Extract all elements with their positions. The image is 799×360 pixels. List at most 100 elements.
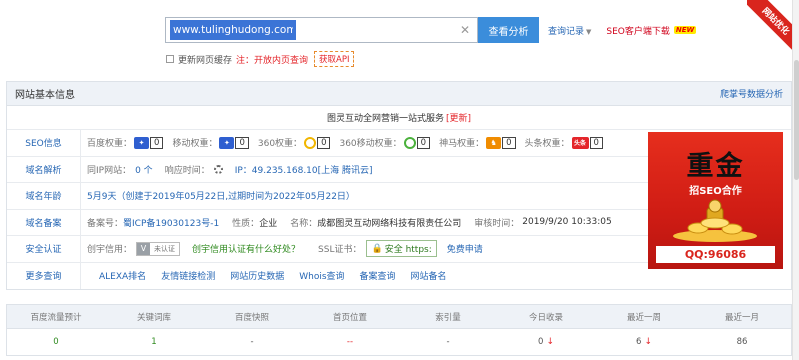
rank-toutiao[interactable]: 头条权重： 头条 0 <box>525 136 603 149</box>
nature-label: 性质： <box>232 218 260 229</box>
whois-link[interactable]: Whois查询 <box>299 269 344 282</box>
clear-icon[interactable]: ✕ <box>460 23 470 37</box>
get-api-button[interactable]: 获取API <box>314 51 355 67</box>
stats-value-row: 0 1 - -- - 0 ↓ 6 ↓ 86 <box>7 329 791 355</box>
site-rank-link[interactable]: 网站备名 <box>411 269 447 282</box>
rank-360-mobile[interactable]: 360移动权重： 0 <box>339 136 431 149</box>
domain-age-label[interactable]: 域名年龄 <box>7 189 80 202</box>
loading-spinner-icon <box>213 164 223 174</box>
cache-row: 更新网页缓存 注：开放内页查询 获取API <box>166 51 355 67</box>
credit-benefit-link[interactable]: 创宇信用认证有什么好处？ <box>192 242 300 255</box>
arrow-down-icon: ↓ <box>644 337 652 347</box>
update-cache-checkbox[interactable] <box>166 55 174 63</box>
stats-value-keywords[interactable]: 1 <box>105 329 203 355</box>
ad-subtitle: 招SEO合作 <box>689 186 742 197</box>
icp-row-body: 备案号： 蜀ICP备19030123号-1 性质： 企业 名称： 成都图灵互动网… <box>80 209 652 235</box>
stats-header: 最近一周 <box>626 312 661 323</box>
nature-value: 企业 <box>259 218 278 229</box>
scrollbar[interactable] <box>792 0 799 360</box>
seo-row: SEO信息 百度权重： ✦ 0 移动权重： ✦ 0 360权重： 0 360移动权重： 0 … <box>7 130 652 157</box>
ssl-label: SSL证书： <box>318 245 362 256</box>
security-row-label[interactable]: 安全认证 <box>7 242 80 255</box>
toutiao-icon: 头条 <box>571 136 589 149</box>
chevron-down-icon: ▼ <box>586 27 592 36</box>
stats-value-today[interactable]: 0 ↓ <box>497 329 595 355</box>
stats-value-baidu-traffic[interactable]: 0 <box>7 329 105 355</box>
same-ip-count[interactable]: 0 个 <box>135 163 153 176</box>
mobile-data-analysis-link[interactable]: 爬掌号数据分析 <box>720 87 783 100</box>
analyze-button[interactable]: 查看分析 <box>478 17 539 43</box>
name-label: 名称： <box>290 218 318 229</box>
credit-label: 创宇信用： <box>87 245 133 256</box>
verify-text: 未认证 <box>154 244 176 253</box>
stats-header: 最近一月 <box>724 312 759 323</box>
company-name-value: 成都图灵互动网络科技有限责任公司 <box>317 218 462 229</box>
security-row-body: 创宇信用： V 未认证 创宇信用认证有什么好处？ SSL证书： 🔒 安全 https… <box>80 236 652 262</box>
stats-header-row: 百度流量预计 关键词库 百度快照 首页位置 索引量 今日收录 最近一周 最近一月 <box>7 305 791 329</box>
rank-360[interactable]: 360权重： 0 <box>258 136 331 149</box>
lock-icon: 🔒 <box>371 243 383 254</box>
url-input[interactable] <box>170 20 296 40</box>
ad-banner[interactable]: 重金 招SEO合作 QQ:96086 <box>648 132 783 269</box>
verify-check-icon: V <box>137 242 151 255</box>
update-link[interactable]: [更新] <box>446 111 471 124</box>
dns-row-body: 同IP网站： 0 个 响应时间： IP：49.235.168.10[上海 腾讯云… <box>80 156 652 182</box>
scrollbar-thumb[interactable] <box>794 60 799 180</box>
dns-row: 域名解析 同IP网站： 0 个 响应时间： IP：49.235.168.10[上… <box>7 156 652 183</box>
360-mobile-icon <box>403 136 416 149</box>
rank-mobile[interactable]: 移动权重： ✦ 0 <box>172 136 249 149</box>
dns-row-label[interactable]: 域名解析 <box>7 163 80 176</box>
new-badge: NEW <box>673 26 697 34</box>
domain-age-body: 5月9天（创建于2019年05月22日,过期时间为2022年05月22日） <box>80 183 652 209</box>
icp-row: 域名备案 备案号： 蜀ICP备19030123号-1 性质： 企业 名称： 成都… <box>7 209 652 236</box>
gold-coins-icon <box>673 199 757 242</box>
ad-headline: 重金 <box>686 151 745 182</box>
360-icon <box>304 136 317 149</box>
audit-time-value: 2019/9/20 10:33:05 <box>522 217 612 228</box>
baidu-paw-icon: ✦ <box>219 136 235 149</box>
search-row: ✕ 查看分析 查询记录▼ SEO客户端下载 NEW <box>165 17 697 43</box>
security-row: 安全认证 创宇信用： V 未认证 创宇信用认证有什么好处？ SSL证书： 🔒 安全 … <box>7 236 652 263</box>
more-query-links: ALEXA排名 友情链接检测 网站历史数据 Whois查询 备案查询 网站备名 <box>80 262 652 289</box>
ip-link[interactable]: IP：49.235.168.10[上海 腾讯云] <box>235 163 373 176</box>
shenma-icon: ♞ <box>486 136 502 149</box>
response-time-label: 响应时间： <box>164 165 210 176</box>
seo-client-download-link[interactable]: SEO客户端下载 <box>606 24 669 37</box>
seo-row-body: 百度权重： ✦ 0 移动权重： ✦ 0 360权重： 0 360移动权重： 0 神马权重： ♞… <box>80 130 652 156</box>
icp-no-value[interactable]: 蜀ICP备19030123号-1 <box>123 216 219 229</box>
stats-header: 百度快照 <box>234 312 269 323</box>
site-history-link[interactable]: 网站历史数据 <box>230 269 284 282</box>
domain-age-text[interactable]: 5月9天（创建于2019年05月22日,过期时间为2022年05月22日） <box>87 189 355 202</box>
url-search-box: ✕ <box>165 17 478 43</box>
baidu-paw-icon: ✦ <box>134 136 150 149</box>
query-history-link[interactable]: 查询记录 ▼ <box>548 24 591 37</box>
friend-link-check-link[interactable]: 友情链接检测 <box>161 269 215 282</box>
icp-no-label: 备案号： <box>87 218 124 229</box>
icp-row-label[interactable]: 域名备案 <box>7 216 80 229</box>
more-query-label[interactable]: 更多查询 <box>7 269 80 282</box>
traffic-stats-table: 百度流量预计 关键词库 百度快照 首页位置 索引量 今日收录 最近一周 最近一月… <box>6 304 792 356</box>
arrow-down-icon: ↓ <box>546 337 554 347</box>
rank-baidu[interactable]: 百度权重： ✦ 0 <box>87 136 164 149</box>
site-basic-info-panel: 网站基本信息 爬掌号数据分析 图灵互动全网营销一站式服务 [更新] SEO信息 … <box>6 81 792 290</box>
stats-header: 索引量 <box>435 312 461 323</box>
same-ip-label: 同IP网站： <box>87 165 132 176</box>
company-title: 图灵互动全网营销一站式服务 <box>326 114 444 124</box>
stats-header: 今日收录 <box>528 312 563 323</box>
inner-page-note: 注：开放内页查询 <box>236 55 309 66</box>
stats-value-home-position: -- <box>346 337 354 347</box>
seo-row-label[interactable]: SEO信息 <box>7 136 80 149</box>
https-badge[interactable]: 🔒 安全 https: <box>366 240 437 258</box>
audit-time-label: 审核时间： <box>474 218 520 229</box>
free-apply-link[interactable]: 免费申请 <box>447 242 483 255</box>
icp-query-link[interactable]: 备案查询 <box>360 269 396 282</box>
stats-header: 关键词库 <box>136 312 171 323</box>
rank-shenma[interactable]: 神马权重： ♞ 0 <box>439 136 516 149</box>
domain-age-row: 域名年龄 5月9天（创建于2019年05月22日,过期时间为2022年05月22… <box>7 183 652 210</box>
alexa-rank-link[interactable]: ALEXA排名 <box>99 269 146 282</box>
stats-value-week[interactable]: 6 ↓ <box>595 329 693 355</box>
update-cache-label: 更新网页缓存 <box>178 55 233 66</box>
company-line: 图灵互动全网营销一站式服务 [更新] <box>7 106 791 130</box>
stats-value-month[interactable]: 86 <box>693 329 791 355</box>
credit-badge[interactable]: V 未认证 <box>136 241 181 256</box>
